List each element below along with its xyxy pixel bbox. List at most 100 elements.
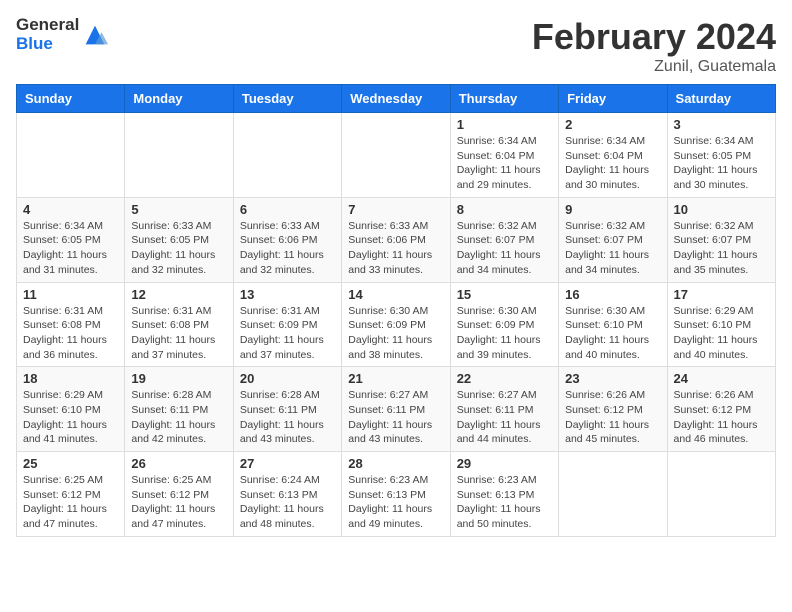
day-info: Sunrise: 6:34 AM Sunset: 6:05 PM Dayligh…: [674, 134, 769, 193]
logo-blue: Blue: [16, 35, 79, 54]
calendar-cell: 2Sunrise: 6:34 AM Sunset: 6:04 PM Daylig…: [559, 113, 667, 198]
month-title: February 2024: [532, 16, 776, 58]
calendar-cell: 17Sunrise: 6:29 AM Sunset: 6:10 PM Dayli…: [667, 282, 775, 367]
day-info: Sunrise: 6:27 AM Sunset: 6:11 PM Dayligh…: [457, 388, 552, 447]
calendar-cell: 9Sunrise: 6:32 AM Sunset: 6:07 PM Daylig…: [559, 197, 667, 282]
day-info: Sunrise: 6:27 AM Sunset: 6:11 PM Dayligh…: [348, 388, 443, 447]
calendar-cell: 29 Sunrise: 6:23 AM Sunset: 6:13 PM Dayli…: [450, 452, 558, 537]
day-info: Sunrise: 6:30 AM Sunset: 6:10 PM Dayligh…: [565, 304, 660, 363]
day-number: 27: [240, 456, 335, 471]
calendar-cell: 4 Sunrise: 6:34 AM Sunset: 6:05 PM Daylig…: [17, 197, 125, 282]
column-header-thursday: Thursday: [450, 85, 558, 113]
calendar-cell: 26 Sunrise: 6:25 AM Sunset: 6:12 PM Dayli…: [125, 452, 233, 537]
calendar-cell: 27Sunrise: 6:24 AM Sunset: 6:13 PM Dayli…: [233, 452, 341, 537]
day-info: Sunrise: 6:26 AM Sunset: 6:12 PM Dayligh…: [565, 388, 660, 447]
day-number: 26: [131, 456, 226, 471]
calendar-header-row: SundayMondayTuesdayWednesdayThursdayFrid…: [17, 85, 776, 113]
day-number: 5: [131, 202, 226, 217]
column-header-monday: Monday: [125, 85, 233, 113]
calendar-cell: 24 Sunrise: 6:26 AM Sunset: 6:12 PM Dayli…: [667, 367, 775, 452]
calendar-cell: 10 Sunrise: 6:32 AM Sunset: 6:07 PM Dayli…: [667, 197, 775, 282]
calendar-cell: 21 Sunrise: 6:27 AM Sunset: 6:11 PM Dayli…: [342, 367, 450, 452]
day-info: Sunrise: 6:34 AM Sunset: 6:05 PM Dayligh…: [23, 219, 118, 278]
page-header: General Blue February 2024 Zunil, Guatem…: [16, 16, 776, 76]
calendar-cell: 16 Sunrise: 6:30 AM Sunset: 6:10 PM Dayli…: [559, 282, 667, 367]
calendar-table: SundayMondayTuesdayWednesdayThursdayFrid…: [16, 84, 776, 537]
column-header-friday: Friday: [559, 85, 667, 113]
day-info: Sunrise: 6:34 AM Sunset: 6:04 PM Dayligh…: [457, 134, 552, 193]
calendar-cell: 22 Sunrise: 6:27 AM Sunset: 6:11 PM Dayli…: [450, 367, 558, 452]
day-number: 23: [565, 371, 660, 386]
calendar-week-row: 25 Sunrise: 6:25 AM Sunset: 6:12 PM Dayli…: [17, 452, 776, 537]
column-header-saturday: Saturday: [667, 85, 775, 113]
calendar-cell: 5 Sunrise: 6:33 AM Sunset: 6:05 PM Daylig…: [125, 197, 233, 282]
calendar-cell: 1 Sunrise: 6:34 AM Sunset: 6:04 PM Daylig…: [450, 113, 558, 198]
logo-icon: [81, 21, 109, 49]
day-info: Sunrise: 6:28 AM Sunset: 6:11 PM Dayligh…: [240, 388, 335, 447]
day-number: 18: [23, 371, 118, 386]
day-number: 17: [674, 287, 769, 302]
calendar-cell: 8Sunrise: 6:32 AM Sunset: 6:07 PM Daylig…: [450, 197, 558, 282]
column-header-sunday: Sunday: [17, 85, 125, 113]
calendar-cell: 13 Sunrise: 6:31 AM Sunset: 6:09 PM Dayli…: [233, 282, 341, 367]
calendar-week-row: 11 Sunrise: 6:31 AM Sunset: 6:08 PM Dayli…: [17, 282, 776, 367]
calendar-cell: 15Sunrise: 6:30 AM Sunset: 6:09 PM Dayli…: [450, 282, 558, 367]
day-info: Sunrise: 6:31 AM Sunset: 6:09 PM Dayligh…: [240, 304, 335, 363]
day-number: 13: [240, 287, 335, 302]
location-subtitle: Zunil, Guatemala: [532, 58, 776, 76]
day-number: 24: [674, 371, 769, 386]
calendar-cell: 19 Sunrise: 6:28 AM Sunset: 6:11 PM Dayli…: [125, 367, 233, 452]
day-info: Sunrise: 6:25 AM Sunset: 6:12 PM Dayligh…: [131, 473, 226, 532]
day-number: 10: [674, 202, 769, 217]
day-number: 16: [565, 287, 660, 302]
day-info: Sunrise: 6:28 AM Sunset: 6:11 PM Dayligh…: [131, 388, 226, 447]
calendar-cell: [125, 113, 233, 198]
day-number: 29: [457, 456, 552, 471]
day-number: 28: [348, 456, 443, 471]
day-info: Sunrise: 6:33 AM Sunset: 6:06 PM Dayligh…: [240, 219, 335, 278]
day-number: 20: [240, 371, 335, 386]
day-info: Sunrise: 6:33 AM Sunset: 6:06 PM Dayligh…: [348, 219, 443, 278]
day-number: 22: [457, 371, 552, 386]
day-info: Sunrise: 6:32 AM Sunset: 6:07 PM Dayligh…: [565, 219, 660, 278]
calendar-week-row: 18 Sunrise: 6:29 AM Sunset: 6:10 PM Dayli…: [17, 367, 776, 452]
title-block: February 2024 Zunil, Guatemala: [532, 16, 776, 76]
calendar-cell: 23 Sunrise: 6:26 AM Sunset: 6:12 PM Dayli…: [559, 367, 667, 452]
day-info: Sunrise: 6:31 AM Sunset: 6:08 PM Dayligh…: [23, 304, 118, 363]
day-number: 8: [457, 202, 552, 217]
day-info: Sunrise: 6:30 AM Sunset: 6:09 PM Dayligh…: [348, 304, 443, 363]
day-info: Sunrise: 6:33 AM Sunset: 6:05 PM Dayligh…: [131, 219, 226, 278]
calendar-cell: 28 Sunrise: 6:23 AM Sunset: 6:13 PM Dayli…: [342, 452, 450, 537]
calendar-week-row: 4 Sunrise: 6:34 AM Sunset: 6:05 PM Daylig…: [17, 197, 776, 282]
day-info: Sunrise: 6:23 AM Sunset: 6:13 PM Dayligh…: [457, 473, 552, 532]
calendar-cell: 25 Sunrise: 6:25 AM Sunset: 6:12 PM Dayli…: [17, 452, 125, 537]
day-info: Sunrise: 6:30 AM Sunset: 6:09 PM Dayligh…: [457, 304, 552, 363]
calendar-cell: 11 Sunrise: 6:31 AM Sunset: 6:08 PM Dayli…: [17, 282, 125, 367]
day-number: 25: [23, 456, 118, 471]
day-number: 7: [348, 202, 443, 217]
day-number: 4: [23, 202, 118, 217]
calendar-cell: 6 Sunrise: 6:33 AM Sunset: 6:06 PM Daylig…: [233, 197, 341, 282]
day-info: Sunrise: 6:26 AM Sunset: 6:12 PM Dayligh…: [674, 388, 769, 447]
calendar-cell: 18 Sunrise: 6:29 AM Sunset: 6:10 PM Dayli…: [17, 367, 125, 452]
day-number: 11: [23, 287, 118, 302]
calendar-cell: 14 Sunrise: 6:30 AM Sunset: 6:09 PM Dayli…: [342, 282, 450, 367]
day-number: 1: [457, 117, 552, 132]
calendar-cell: 12Sunrise: 6:31 AM Sunset: 6:08 PM Dayli…: [125, 282, 233, 367]
day-info: Sunrise: 6:25 AM Sunset: 6:12 PM Dayligh…: [23, 473, 118, 532]
day-number: 21: [348, 371, 443, 386]
calendar-cell: [559, 452, 667, 537]
calendar-cell: [17, 113, 125, 198]
calendar-cell: 3Sunrise: 6:34 AM Sunset: 6:05 PM Daylig…: [667, 113, 775, 198]
logo-general: General: [16, 16, 79, 35]
day-number: 2: [565, 117, 660, 132]
calendar-cell: 20 Sunrise: 6:28 AM Sunset: 6:11 PM Dayli…: [233, 367, 341, 452]
day-info: Sunrise: 6:23 AM Sunset: 6:13 PM Dayligh…: [348, 473, 443, 532]
day-number: 19: [131, 371, 226, 386]
day-number: 6: [240, 202, 335, 217]
logo: General Blue: [16, 16, 109, 53]
day-number: 14: [348, 287, 443, 302]
calendar-cell: 7 Sunrise: 6:33 AM Sunset: 6:06 PM Daylig…: [342, 197, 450, 282]
day-info: Sunrise: 6:32 AM Sunset: 6:07 PM Dayligh…: [674, 219, 769, 278]
day-info: Sunrise: 6:29 AM Sunset: 6:10 PM Dayligh…: [23, 388, 118, 447]
